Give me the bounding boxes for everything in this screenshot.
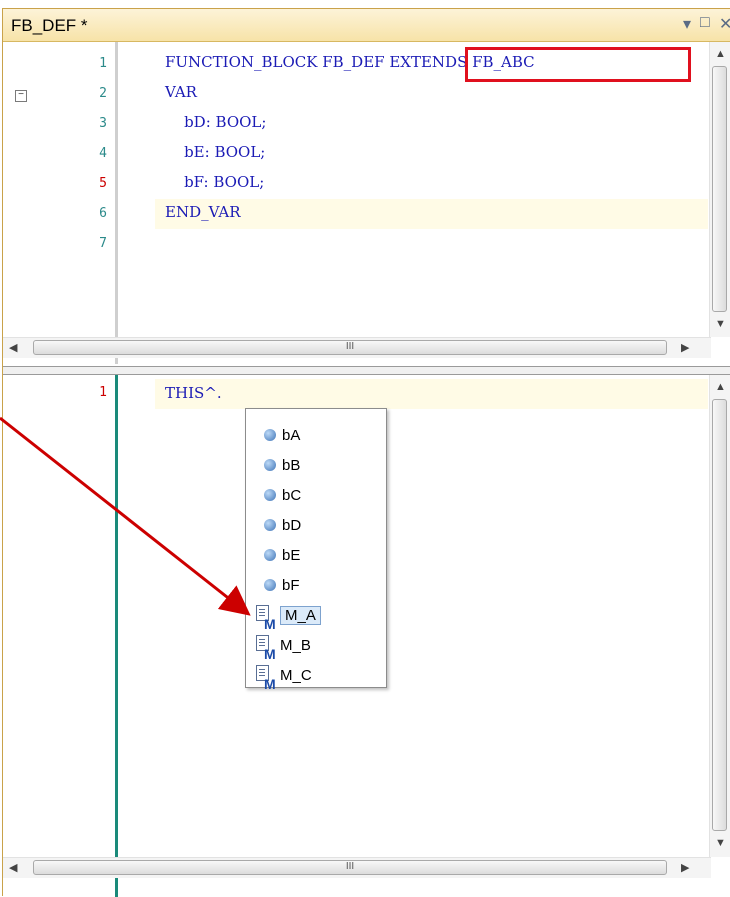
list-item[interactable]: bB bbox=[264, 451, 374, 481]
scroll-left-icon[interactable]: ◀ bbox=[9, 341, 17, 354]
method-icon: M bbox=[256, 665, 278, 692]
horizontal-scrollbar[interactable]: ◀ III ▶ bbox=[3, 857, 711, 878]
list-item[interactable]: bE bbox=[264, 541, 374, 571]
declaration-editor[interactable]: 1 2 3 4 5 6 7 − FUNCTION_BLOCK FB_DEF EX… bbox=[3, 42, 730, 364]
editor-splitter[interactable] bbox=[3, 366, 730, 375]
vertical-scrollbar[interactable]: ▲ ▼ bbox=[709, 42, 730, 337]
scroll-thumb[interactable]: III bbox=[33, 860, 667, 875]
code-line: END_VAR bbox=[165, 203, 241, 221]
code-line: VAR bbox=[165, 83, 197, 101]
title-bar: FB_DEF * ▾ □ ✕ bbox=[3, 9, 730, 42]
scroll-left-icon[interactable]: ◀ bbox=[9, 861, 17, 874]
fold-strip bbox=[115, 42, 118, 364]
method-icon: M bbox=[256, 635, 278, 662]
line-number: 4 bbox=[99, 146, 107, 161]
fold-collapse-icon[interactable]: − bbox=[15, 90, 27, 102]
current-line-highlight bbox=[155, 379, 708, 409]
fold-strip bbox=[115, 375, 118, 897]
autocomplete-list[interactable]: bA bB bC bD bE bF M M_A M M_B M M_C bbox=[245, 408, 387, 692]
scroll-down-icon[interactable]: ▼ bbox=[715, 318, 726, 330]
dropdown-icon[interactable]: ▾ bbox=[683, 14, 691, 34]
line-number: 3 bbox=[99, 116, 107, 131]
list-item-selected[interactable]: M M_A bbox=[256, 601, 366, 632]
maximize-icon[interactable]: □ bbox=[700, 14, 710, 32]
close-icon[interactable]: ✕ bbox=[719, 14, 730, 34]
property-icon bbox=[264, 429, 276, 441]
line-number-gutter: 1 bbox=[3, 375, 115, 897]
scroll-down-icon[interactable]: ▼ bbox=[715, 837, 726, 849]
property-icon bbox=[264, 519, 276, 531]
line-number: 6 bbox=[99, 206, 107, 221]
scroll-thumb[interactable]: III bbox=[33, 340, 667, 355]
scroll-thumb[interactable] bbox=[712, 399, 727, 831]
list-item[interactable]: M M_B bbox=[256, 631, 366, 662]
scroll-thumb[interactable] bbox=[712, 66, 727, 312]
method-icon: M bbox=[256, 605, 278, 632]
property-icon bbox=[264, 579, 276, 591]
line-number: 2 bbox=[99, 86, 107, 101]
line-number: 7 bbox=[99, 236, 107, 251]
list-item[interactable]: bF bbox=[264, 571, 374, 601]
scroll-right-icon[interactable]: ▶ bbox=[681, 861, 689, 874]
line-number-gutter: 1 2 3 4 5 6 7 − bbox=[3, 42, 115, 364]
code-line: bE: BOOL; bbox=[165, 143, 266, 161]
scroll-up-icon[interactable]: ▲ bbox=[715, 381, 726, 393]
list-item[interactable]: M M_C bbox=[256, 661, 366, 692]
code-line: bF: BOOL; bbox=[165, 173, 265, 191]
code-line: bD: BOOL; bbox=[165, 113, 267, 131]
list-item[interactable]: bC bbox=[264, 481, 374, 511]
property-icon bbox=[264, 549, 276, 561]
property-icon bbox=[264, 489, 276, 501]
scroll-right-icon[interactable]: ▶ bbox=[681, 341, 689, 354]
vertical-scrollbar[interactable]: ▲ ▼ bbox=[709, 375, 730, 857]
horizontal-scrollbar[interactable]: ◀ III ▶ bbox=[3, 337, 711, 358]
scroll-up-icon[interactable]: ▲ bbox=[715, 48, 726, 60]
line-number: 1 bbox=[99, 56, 107, 71]
property-icon bbox=[264, 459, 276, 471]
list-item[interactable]: bA bbox=[264, 421, 374, 451]
code-line: THIS^. bbox=[165, 384, 222, 402]
list-item[interactable]: bD bbox=[264, 511, 374, 541]
line-number-active: 5 bbox=[99, 176, 107, 191]
extends-highlight-box bbox=[465, 47, 691, 82]
window-title: FB_DEF * bbox=[11, 16, 88, 35]
line-number-active: 1 bbox=[99, 385, 107, 400]
